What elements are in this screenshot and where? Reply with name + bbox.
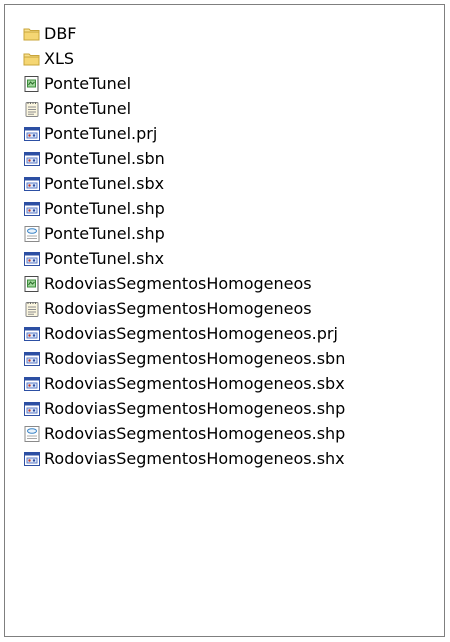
xml-doc-icon bbox=[23, 425, 41, 443]
app-window-icon bbox=[23, 450, 41, 468]
file-item[interactable]: PonteTunel.sbx bbox=[23, 171, 345, 196]
file-item[interactable]: PonteTunel.shp bbox=[23, 221, 345, 246]
file-item[interactable]: RodoviasSegmentosHomogeneos.sbx bbox=[23, 371, 345, 396]
app-window-icon bbox=[23, 250, 41, 268]
folder-item[interactable]: XLS bbox=[23, 46, 345, 71]
file-item[interactable]: PonteTunel.shx bbox=[23, 246, 345, 271]
file-item[interactable]: RodoviasSegmentosHomogeneos bbox=[23, 296, 345, 321]
file-list-panel: DBF XLS PonteTunel PonteTunel PonteTunel.prj… bbox=[4, 4, 445, 637]
file-item[interactable]: RodoviasSegmentosHomogeneos.shp bbox=[23, 421, 345, 446]
file-name: PonteTunel.sbx bbox=[44, 173, 165, 193]
file-name: RodoviasSegmentosHomogeneos.prj bbox=[44, 323, 338, 343]
green-doc-icon bbox=[23, 75, 41, 93]
file-name: DBF bbox=[44, 23, 77, 43]
file-item[interactable]: RodoviasSegmentosHomogeneos.sbn bbox=[23, 346, 345, 371]
file-item[interactable]: PonteTunel.shp bbox=[23, 196, 345, 221]
file-list: DBF XLS PonteTunel PonteTunel PonteTunel.prj… bbox=[23, 21, 345, 471]
folder-item[interactable]: DBF bbox=[23, 21, 345, 46]
file-item[interactable]: PonteTunel bbox=[23, 96, 345, 121]
file-item[interactable]: RodoviasSegmentosHomogeneos.shp bbox=[23, 396, 345, 421]
file-name: PonteTunel.shp bbox=[44, 223, 165, 243]
xml-doc-icon bbox=[23, 225, 41, 243]
file-name: PonteTunel.shp bbox=[44, 198, 165, 218]
app-window-icon bbox=[23, 350, 41, 368]
file-item[interactable]: PonteTunel bbox=[23, 71, 345, 96]
file-name: RodoviasSegmentosHomogeneos.shp bbox=[44, 423, 346, 443]
file-name: RodoviasSegmentosHomogeneos bbox=[44, 298, 312, 318]
file-name: RodoviasSegmentosHomogeneos.shp bbox=[44, 398, 346, 418]
file-name: PonteTunel.sbn bbox=[44, 148, 165, 168]
app-window-icon bbox=[23, 125, 41, 143]
file-item[interactable]: RodoviasSegmentosHomogeneos.shx bbox=[23, 446, 345, 471]
app-window-icon bbox=[23, 400, 41, 418]
file-name: XLS bbox=[44, 48, 75, 68]
notepad-icon bbox=[23, 100, 41, 118]
file-name: RodoviasSegmentosHomogeneos.sbx bbox=[44, 373, 345, 393]
file-name: PonteTunel bbox=[44, 98, 132, 118]
app-window-icon bbox=[23, 375, 41, 393]
app-window-icon bbox=[23, 150, 41, 168]
app-window-icon bbox=[23, 325, 41, 343]
app-window-icon bbox=[23, 200, 41, 218]
file-name: RodoviasSegmentosHomogeneos.sbn bbox=[44, 348, 346, 368]
notepad-icon bbox=[23, 300, 41, 318]
file-item[interactable]: RodoviasSegmentosHomogeneos bbox=[23, 271, 345, 296]
file-item[interactable]: PonteTunel.prj bbox=[23, 121, 345, 146]
file-item[interactable]: RodoviasSegmentosHomogeneos.prj bbox=[23, 321, 345, 346]
app-window-icon bbox=[23, 175, 41, 193]
file-name: RodoviasSegmentosHomogeneos.shx bbox=[44, 448, 345, 468]
folder-icon bbox=[23, 50, 41, 68]
file-name: PonteTunel.prj bbox=[44, 123, 158, 143]
file-name: PonteTunel bbox=[44, 73, 132, 93]
folder-icon bbox=[23, 25, 41, 43]
green-doc-icon bbox=[23, 275, 41, 293]
file-name: RodoviasSegmentosHomogeneos bbox=[44, 273, 312, 293]
file-name: PonteTunel.shx bbox=[44, 248, 165, 268]
file-item[interactable]: PonteTunel.sbn bbox=[23, 146, 345, 171]
